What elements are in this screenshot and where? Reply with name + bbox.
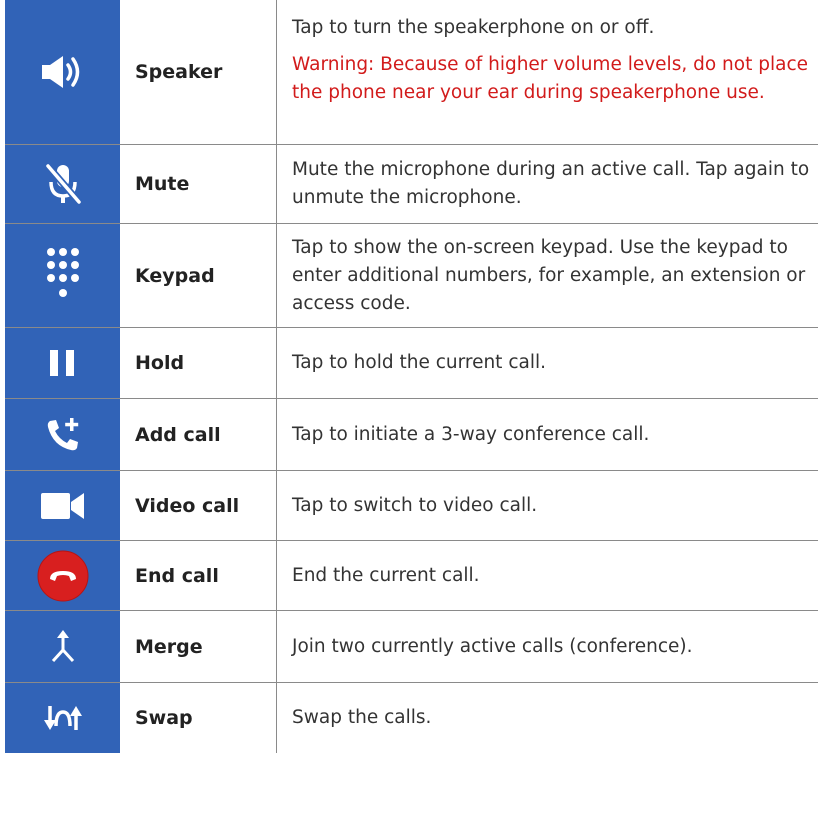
- description-text: Swap the calls.: [292, 707, 432, 728]
- control-description: Tap to switch to video call.: [277, 471, 818, 540]
- keypad-icon: [46, 247, 79, 297]
- pause-icon: [49, 350, 74, 376]
- table-row-mute: Mute Mute the microphone during an activ…: [5, 145, 818, 224]
- icon-cell: [5, 471, 120, 540]
- speaker-icon: [41, 56, 79, 88]
- description-text: Tap to turn the speakerphone on or off.: [292, 17, 655, 38]
- control-description: Swap the calls.: [277, 683, 818, 753]
- table-row-add-call: Add call Tap to initiate a 3-way confere…: [5, 399, 818, 471]
- table-row-keypad: Keypad Tap to show the on-screen keypad.…: [5, 224, 818, 328]
- control-description: Mute the microphone during an active cal…: [277, 145, 818, 223]
- table-row-speaker: Speaker Tap to turn the speakerphone on …: [5, 0, 818, 145]
- video-camera-icon: [40, 492, 84, 519]
- merge-icon: [51, 629, 74, 662]
- description-text: Tap to show the on-screen keypad. Use th…: [292, 236, 806, 314]
- control-name: Hold: [120, 328, 277, 398]
- table-row-video-call: Video call Tap to switch to video call.: [5, 471, 818, 541]
- table-row-merge: Merge Join two currently active calls (c…: [5, 611, 818, 683]
- icon-cell: [5, 399, 120, 470]
- end-call-icon: [37, 550, 88, 601]
- icon-cell: [5, 611, 120, 682]
- table-row-swap: Swap Swap the calls.: [5, 683, 818, 753]
- control-name: Add call: [120, 399, 277, 470]
- description-text: Join two currently active calls (confere…: [292, 635, 693, 657]
- call-controls-table: Speaker Tap to turn the speakerphone on …: [5, 0, 818, 753]
- icon-cell: [5, 683, 120, 753]
- control-name: Keypad: [120, 224, 277, 327]
- description-text: End the current call.: [292, 564, 480, 586]
- control-description: Tap to hold the current call.: [277, 328, 818, 398]
- mute-microphone-icon: [44, 163, 82, 205]
- icon-cell: [5, 541, 120, 610]
- control-description: Tap to show the on-screen keypad. Use th…: [277, 224, 818, 327]
- description-text: Tap to switch to video call.: [292, 494, 538, 516]
- control-description: Tap to initiate a 3-way conference call.: [277, 399, 818, 470]
- control-name: Speaker: [120, 0, 277, 144]
- icon-cell: [5, 224, 120, 327]
- control-name: Mute: [120, 145, 277, 223]
- description-text: Mute the microphone during an active cal…: [292, 159, 810, 208]
- control-name: Swap: [120, 683, 277, 753]
- swap-icon: [43, 706, 82, 730]
- control-name: Video call: [120, 471, 277, 540]
- icon-cell: [5, 0, 120, 144]
- icon-cell: [5, 145, 120, 223]
- control-description: End the current call.: [277, 541, 818, 610]
- table-row-hold: Hold Tap to hold the current call.: [5, 328, 818, 399]
- warning-text: Warning: Because of higher volume levels…: [292, 54, 808, 103]
- add-call-icon: [47, 417, 78, 450]
- control-name: End call: [120, 541, 277, 610]
- description-text: Tap to hold the current call.: [292, 352, 546, 373]
- icon-cell: [5, 328, 120, 398]
- table-row-end-call: End call End the current call.: [5, 541, 818, 611]
- control-description: Join two currently active calls (confere…: [277, 611, 818, 682]
- description-text: Tap to initiate a 3-way conference call.: [292, 423, 650, 445]
- control-name: Merge: [120, 611, 277, 682]
- control-description: Tap to turn the speakerphone on or off. …: [277, 0, 818, 144]
